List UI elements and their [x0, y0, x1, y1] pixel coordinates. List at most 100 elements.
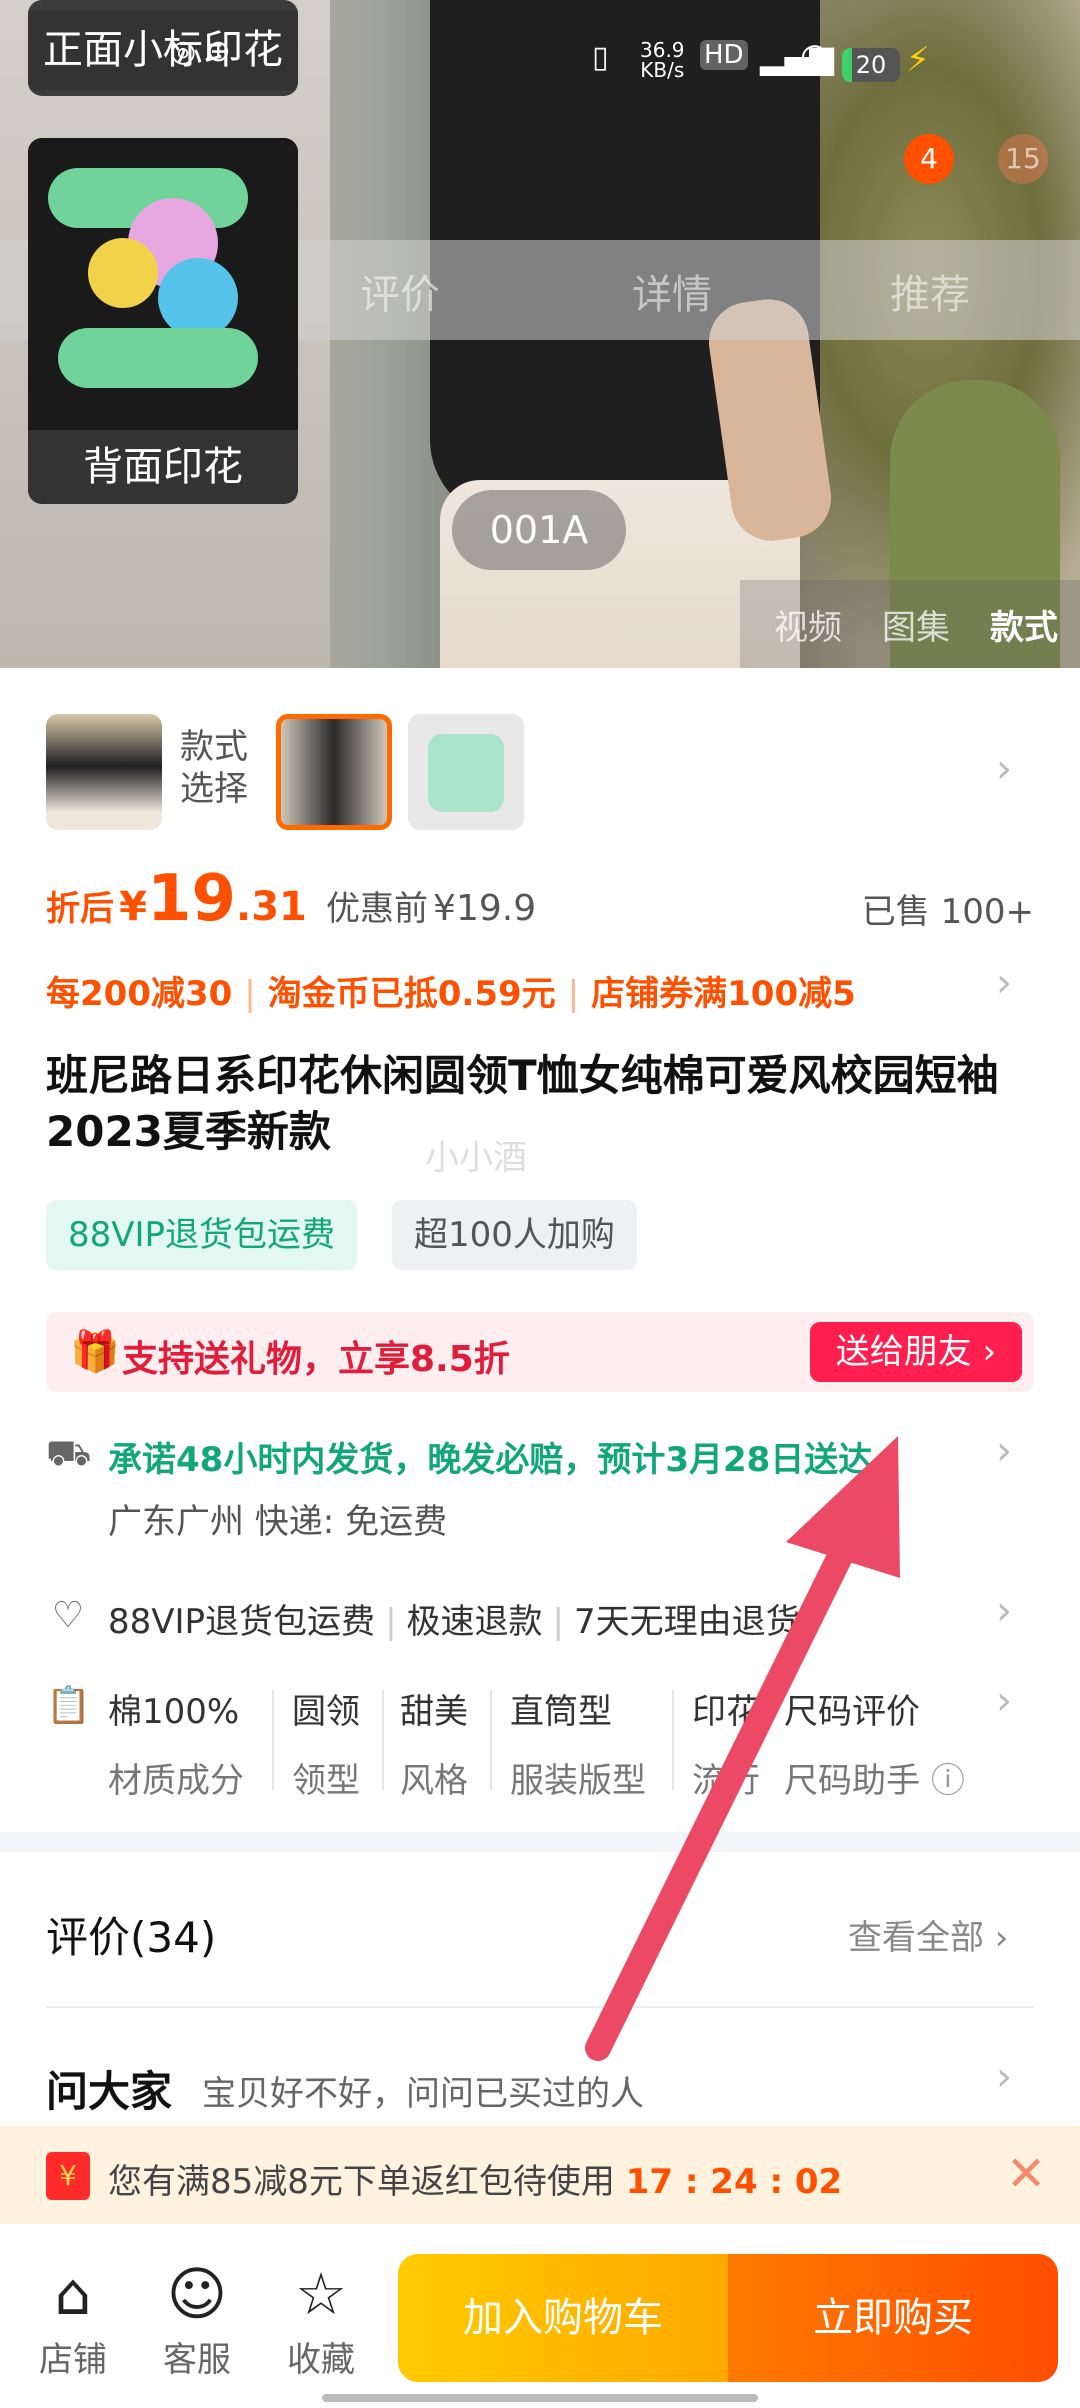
media-tab-video[interactable]: 视频	[774, 600, 842, 649]
help-circle-icon[interactable]: ⓘ	[931, 1761, 965, 1801]
tab-recommend[interactable]: 推荐	[890, 262, 970, 320]
network-speed: 36.9 KB/s	[640, 40, 685, 80]
attribute-fit[interactable]: 直筒型 服装版型	[510, 1684, 646, 1802]
coupon-message: 您有满85减8元下单返红包待使用	[108, 2162, 615, 2202]
service-item: 88VIP退货包运费	[108, 1602, 376, 1642]
nav-favorite[interactable]: ☆ 收藏	[266, 2262, 376, 2381]
hd-icon: HD	[700, 40, 748, 70]
original-price: ¥19.9	[433, 888, 537, 929]
attribute-value: 甜美	[400, 1692, 468, 1732]
attribute-material[interactable]: 棉100% 材质成分	[108, 1684, 244, 1802]
variant-thumb-2-selected[interactable]	[276, 714, 392, 830]
chevron-right-icon[interactable]: ›	[996, 960, 1012, 1006]
nav-service-label: 客服	[163, 2340, 231, 2380]
truck-icon: ⛟	[46, 1433, 92, 1474]
tab-reviews[interactable]: 评价	[360, 262, 440, 320]
chevron-right-icon[interactable]: ›	[996, 1678, 1012, 1724]
red-packet-icon: ¥	[46, 2152, 90, 2200]
image-index: 001A	[452, 490, 626, 570]
attribute-key: 风格	[400, 1761, 468, 1801]
nav-favorite-label: 收藏	[287, 2340, 355, 2380]
message-count-badge[interactable]: 15	[998, 134, 1048, 184]
divider	[672, 1690, 674, 1790]
wifi-icon: ◠	[800, 36, 830, 76]
reviews-title[interactable]: 评价(34)	[46, 1904, 216, 1965]
promo-item: 店铺券满100减5	[591, 974, 856, 1014]
close-icon[interactable]: ✕	[1006, 2146, 1046, 2202]
attribute-style[interactable]: 甜美 风格	[400, 1684, 468, 1802]
net-speed-unit: KB/s	[640, 58, 685, 82]
charging-icon: ⚡	[906, 40, 930, 80]
variant-thumb-1[interactable]	[46, 714, 162, 830]
send-to-friend-button[interactable]: 送给朋友 ›	[810, 1322, 1022, 1382]
vibrate-icon: ▯	[592, 40, 609, 75]
promotion-row[interactable]: 每200减30 | 淘金币已抵0.59元 | 店铺券满100减5	[46, 966, 856, 1015]
variant-label-line1: 款式	[180, 727, 248, 767]
tab-details[interactable]: 详情	[632, 262, 712, 320]
attribute-trend[interactable]: 印花 流行	[692, 1684, 760, 1802]
ask-everyone-title[interactable]: 问大家	[46, 2058, 172, 2119]
service-item: 极速退款	[406, 1602, 543, 1642]
original-price-label: 优惠前	[325, 889, 428, 929]
attribute-value: 圆领	[292, 1692, 360, 1732]
variant-thumb-3[interactable]	[408, 714, 524, 830]
vip-return-tag: 88VIP退货包运费	[46, 1200, 358, 1270]
nav-customer-service[interactable]: ☺ 客服	[142, 2262, 252, 2381]
chevron-right-icon[interactable]: ›	[996, 2054, 1012, 2100]
ask-everyone-subtitle: 宝贝好不好，问问已买过的人	[202, 2074, 644, 2114]
price-decimal: .31	[236, 884, 307, 930]
status-bar: ◎ ⊕ ▯ 36.9 KB/s HD ▂▄▆ ◠ 20 ⚡	[0, 0, 1080, 110]
nav-store[interactable]: ⌂ 店铺	[18, 2262, 128, 2381]
attribute-collar[interactable]: 圆领 领型	[292, 1684, 360, 1802]
divider	[382, 1690, 384, 1790]
back-print-artwork	[28, 138, 298, 430]
coupon-countdown: 17 : 24 : 02	[625, 2162, 843, 2202]
gift-icon: 🎁	[70, 1329, 120, 1375]
attribute-key: 领型	[292, 1761, 360, 1801]
back-print-card[interactable]: 背面印花	[28, 138, 298, 504]
price-row: 折后 ¥19.31 优惠前 ¥19.9	[46, 862, 536, 936]
divider	[272, 1690, 274, 1790]
price-symbol: ¥	[119, 884, 147, 930]
home-indicator[interactable]	[322, 2394, 758, 2402]
service-item: 7天无理由退货	[574, 1602, 800, 1642]
attribute-value: 直筒型	[510, 1692, 612, 1732]
sold-count: 已售 100+	[861, 892, 1034, 932]
back-print-label: 背面印花	[28, 430, 298, 504]
attribute-size[interactable]: 尺码评价 尺码助手 ⓘ	[784, 1684, 965, 1802]
attribute-value: 尺码评价	[784, 1692, 920, 1732]
nav-store-label: 店铺	[39, 2340, 107, 2380]
chevron-right-icon[interactable]: ›	[996, 1588, 1012, 1634]
divider	[490, 1690, 492, 1790]
cart-count-badge[interactable]: 4	[904, 134, 954, 184]
see-all-reviews-link[interactable]: 查看全部 ›	[848, 1910, 1008, 1959]
net-speed-value: 36.9	[640, 38, 685, 62]
service-guarantees[interactable]: 88VIP退货包运费 | 极速退款 | 7天无理由退货	[108, 1594, 800, 1643]
gift-text: 支持送礼物，立享8.5折	[122, 1339, 510, 1380]
chevron-right-icon[interactable]: ›	[996, 746, 1012, 792]
price-integer: 19	[146, 862, 236, 936]
battery-icon: 20	[842, 48, 900, 82]
attribute-value: 棉100%	[108, 1692, 240, 1732]
attribute-key: 尺码助手 ⓘ	[784, 1753, 965, 1802]
battery-level: 20	[855, 51, 887, 79]
attribute-key: 服装版型	[510, 1761, 646, 1801]
add-to-cart-count-tag: 超100人加购	[392, 1200, 637, 1270]
buy-now-button[interactable]: 立即购买	[728, 2254, 1058, 2382]
variant-label-line2: 选择	[180, 769, 248, 809]
promo-item: 每200减30	[46, 974, 233, 1014]
promo-item: 淘金币已抵0.59元	[267, 974, 556, 1014]
chat-face-icon: ☺	[166, 2260, 228, 2328]
media-tab-gallery[interactable]: 图集	[882, 600, 950, 649]
variant-select-label[interactable]: 款式 选择	[180, 726, 248, 810]
attribute-key-text: 尺码助手	[784, 1761, 920, 1801]
chevron-right-icon[interactable]: ›	[996, 1428, 1012, 1474]
watermark: 小小酒	[425, 1138, 527, 1178]
attribute-value: 印花	[692, 1692, 760, 1732]
store-icon: ⌂	[54, 2260, 92, 2328]
add-to-cart-button[interactable]: 加入购物车	[398, 2254, 728, 2382]
clipboard-icon: 📋	[46, 1685, 91, 1726]
shipping-origin: 广东广州 快递: 免运费	[108, 1502, 448, 1542]
heart-icon: ♡	[51, 1595, 85, 1636]
media-tab-styles[interactable]: 款式	[990, 600, 1058, 649]
